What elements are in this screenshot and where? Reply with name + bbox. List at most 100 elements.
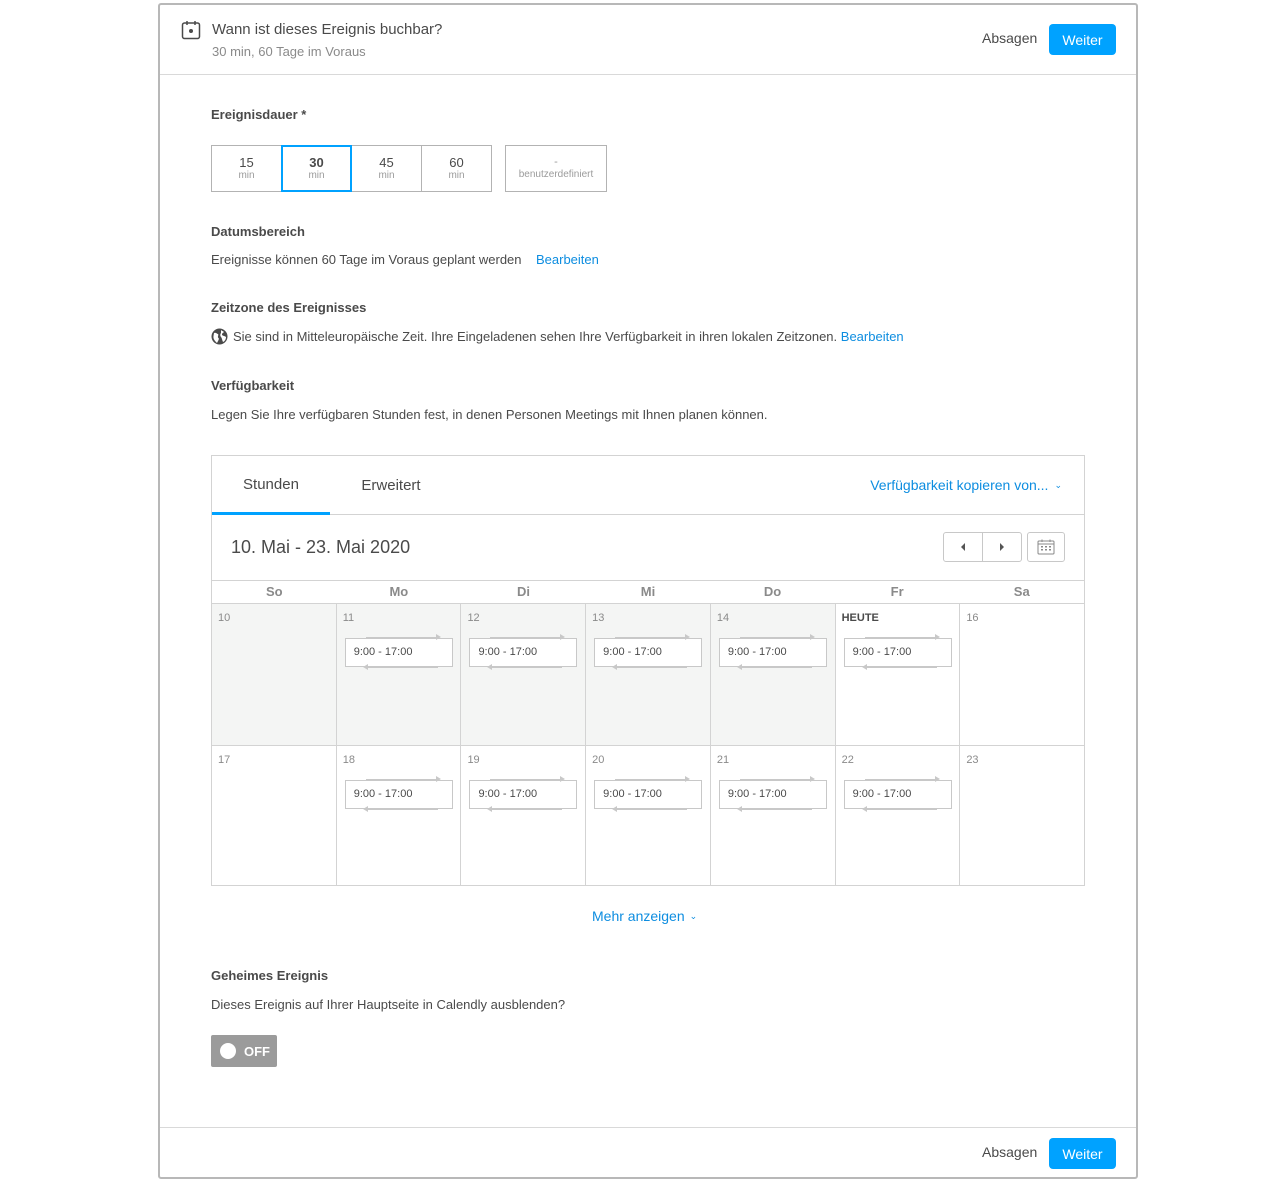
calendar-day[interactable]: 10 [212, 604, 336, 745]
calendar-date-range: 10. Mai - 23. Mai 2020 [231, 537, 411, 557]
arrow-right-icon [365, 634, 441, 640]
time-slot[interactable]: 9:00 - 17:00 [843, 776, 952, 812]
header-title: Wann ist dieses Ereignis buchbar? [212, 21, 443, 38]
duration-option-30[interactable]: 30 min [281, 145, 352, 192]
duration-unit: min [308, 170, 325, 181]
calendar-day[interactable]: 21 9:00 - 17:00 [709, 746, 835, 885]
time-slot[interactable]: 9:00 - 17:00 [594, 776, 703, 812]
availability-text: Legen Sie Ihre verfügbaren Stunden fest,… [211, 407, 768, 422]
day-number: 19 [467, 754, 480, 766]
timezone-edit-link[interactable]: Bearbeiten [841, 329, 904, 344]
time-slot[interactable]: 9:00 - 17:00 [594, 634, 703, 670]
day-number: 13 [592, 612, 605, 624]
duration-option-45[interactable]: 45 min [351, 145, 422, 192]
calendar-nav [943, 532, 1022, 562]
time-slot[interactable]: 9:00 - 17:00 [469, 634, 578, 670]
chevron-down-icon: ⌄ [1054, 480, 1062, 490]
day-number: 23 [966, 754, 979, 766]
time-slot[interactable]: 9:00 - 17:00 [469, 776, 578, 812]
footer-divider [160, 1127, 1136, 1128]
calendar-day[interactable]: 20 9:00 - 17:00 [585, 746, 710, 885]
time-slot[interactable]: 9:00 - 17:00 [843, 634, 952, 670]
secret-event-label: Geheimes Ereignis [211, 968, 329, 983]
arrow-left-icon [612, 664, 688, 670]
calendar-week: 17 18 9:00 - 17:00 19 9:00 - 17:00 20 9:00 - 1… [212, 745, 1084, 885]
calendar-day[interactable]: HEUTE 9:00 - 17:00 [834, 604, 960, 745]
duration-value: 45 [379, 155, 394, 170]
time-slot[interactable]: 9:00 - 17:00 [344, 776, 453, 812]
prev-week-button[interactable] [944, 533, 982, 561]
calendar-grid-icon [1037, 539, 1055, 555]
header-subtitle: 30 min, 60 Tage im Voraus [212, 44, 366, 59]
show-more-link[interactable]: Mehr anzeigen ⌄ [592, 908, 697, 924]
calendar-day[interactable]: 17 [212, 746, 336, 885]
calendar-day[interactable]: 13 9:00 - 17:00 [585, 604, 710, 745]
arrow-left-icon [362, 664, 438, 670]
arrow-right-icon [490, 776, 566, 782]
footer-cancel-button[interactable]: Absagen [982, 1144, 1037, 1160]
duration-option-custom[interactable]: - benutzerdefiniert [505, 145, 607, 192]
date-picker-button[interactable] [1027, 532, 1065, 562]
weekday-label: Fr [890, 584, 904, 599]
globe-icon [211, 328, 228, 345]
duration-label: Ereignisdauer * [211, 107, 307, 122]
duration-unit: min [448, 170, 465, 181]
duration-value: 30 [309, 155, 324, 170]
timezone-text: Sie sind in Mitteleuropäische Zeit. Ihre… [233, 329, 838, 344]
duration-unit: min [238, 170, 255, 181]
arrow-right-icon [365, 776, 441, 782]
duration-option-60[interactable]: 60 min [421, 145, 492, 192]
today-label: HEUTE [841, 612, 879, 624]
cancel-button[interactable]: Absagen [982, 30, 1037, 46]
panel-header: Wann ist dieses Ereignis buchbar? 30 min… [160, 5, 1136, 75]
weekday-label: Do [763, 584, 782, 599]
arrow-left-icon [736, 806, 812, 812]
calendar-day[interactable]: 22 9:00 - 17:00 [834, 746, 960, 885]
duration-unit: min [378, 170, 395, 181]
arrow-right-icon [864, 634, 940, 640]
time-slot[interactable]: 9:00 - 17:00 [718, 776, 827, 812]
toggle-label: OFF [244, 1044, 270, 1059]
day-number: 12 [467, 612, 480, 624]
day-number: 11 [342, 612, 355, 624]
date-range-row: Ereignisse können 60 Tage im Voraus gepl… [211, 252, 599, 267]
duration-custom-unit: benutzerdefiniert [518, 169, 594, 180]
calendar-day[interactable]: 19 9:00 - 17:00 [460, 746, 585, 885]
arrow-left-icon [861, 806, 937, 812]
arrow-right-icon [615, 776, 691, 782]
next-week-button[interactable] [982, 533, 1021, 561]
duration-option-15[interactable]: 15 min [211, 145, 282, 192]
weekday-label: Mo [389, 584, 409, 599]
time-slot-text: 9:00 - 17:00 [353, 646, 413, 658]
arrow-left-icon [487, 664, 563, 670]
timezone-row: Sie sind in Mitteleuropäische Zeit. Ihre… [233, 329, 904, 344]
caret-left-icon [961, 543, 965, 551]
calendar-day[interactable]: 18 9:00 - 17:00 [335, 746, 461, 885]
arrow-left-icon [861, 664, 937, 670]
day-number: 14 [716, 612, 730, 624]
time-slot-text: 9:00 - 17:00 [478, 646, 538, 658]
secret-event-text: Dieses Ereignis auf Ihrer Hauptseite in … [211, 997, 566, 1012]
calendar-day[interactable]: 14 9:00 - 17:00 [709, 604, 835, 745]
availability-calendar: Stunden Erweitert Verfügbarkeit kopieren… [211, 455, 1085, 886]
tab-erweitert[interactable]: Erweitert [330, 456, 452, 515]
calendar-day[interactable]: 16 [959, 604, 1084, 745]
copy-availability-dropdown[interactable]: Verfügbarkeit kopieren von... ⌄ [870, 477, 1062, 493]
toggle-knob [220, 1043, 236, 1059]
time-slot[interactable]: 9:00 - 17:00 [344, 634, 453, 670]
weekday-label: Sa [1013, 584, 1030, 599]
time-slot[interactable]: 9:00 - 17:00 [718, 634, 827, 670]
date-range-edit-link[interactable]: Bearbeiten [536, 252, 599, 267]
next-button[interactable]: Weiter [1049, 24, 1116, 55]
calendar-day[interactable]: 11 9:00 - 17:00 [335, 604, 461, 745]
footer-next-button[interactable]: Weiter [1049, 1138, 1116, 1169]
secret-event-toggle[interactable]: OFF [211, 1035, 277, 1067]
availability-label: Verfügbarkeit [211, 378, 295, 393]
day-number: 16 [966, 612, 979, 624]
copy-availability-label: Verfügbarkeit kopieren von... [870, 477, 1049, 493]
tab-stunden[interactable]: Stunden [212, 456, 330, 515]
arrow-left-icon [736, 664, 812, 670]
calendar-day[interactable]: 23 [959, 746, 1084, 885]
time-slot-text: 9:00 - 17:00 [852, 788, 912, 800]
calendar-day[interactable]: 12 9:00 - 17:00 [460, 604, 586, 745]
